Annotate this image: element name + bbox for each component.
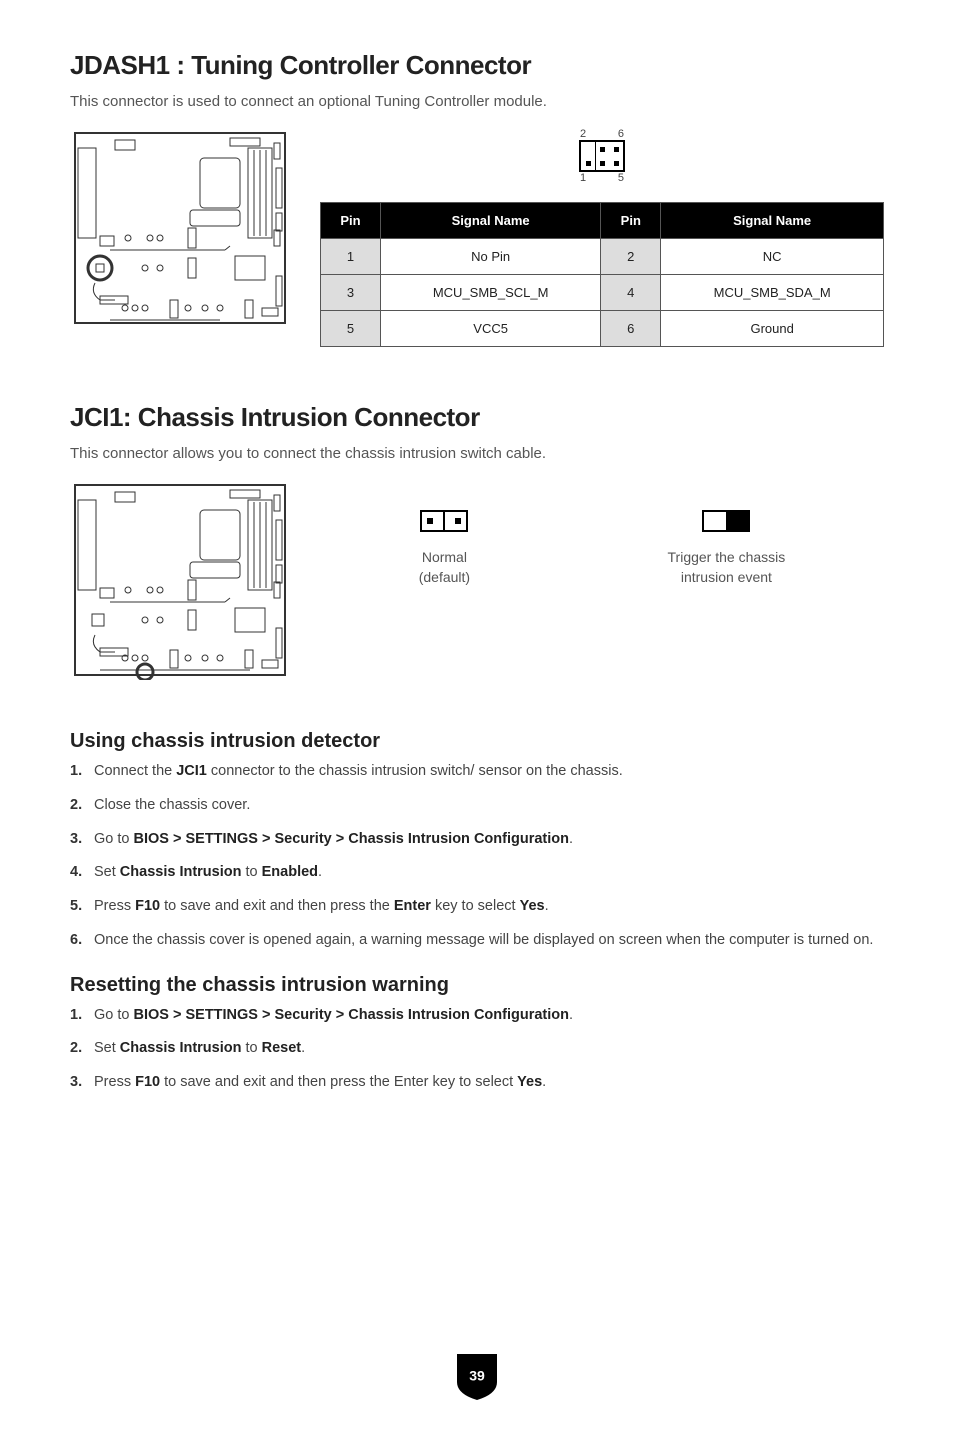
jci-subtitle: This connector allows you to connect the…	[70, 445, 884, 462]
jumper-label: Trigger the chassis	[668, 548, 786, 568]
page-number-badge: 39	[455, 1352, 499, 1402]
pin-label: 2	[580, 128, 586, 140]
pin-label: 5	[618, 172, 624, 184]
jdash-signal-table: Pin Signal Name Pin Signal Name 1 No Pin…	[320, 202, 884, 347]
table-row: 5 VCC5 6 Ground	[321, 311, 884, 347]
list-item: Go to BIOS > SETTINGS > Security > Chass…	[70, 829, 884, 851]
pin-label: 1	[580, 172, 586, 184]
jumper-label: (default)	[419, 568, 470, 588]
jumper-normal: Normal (default)	[419, 510, 470, 587]
pin-label: 6	[618, 128, 624, 140]
list-item: Set Chassis Intrusion to Reset.	[70, 1038, 884, 1060]
jdash-title: JDASH1 : Tuning Controller Connector	[70, 50, 884, 81]
table-row: 3 MCU_SMB_SCL_M 4 MCU_SMB_SDA_M	[321, 275, 884, 311]
list-item: Set Chassis Intrusion to Enabled.	[70, 862, 884, 884]
motherboard-diagram-jci	[70, 480, 290, 680]
motherboard-diagram-jdash	[70, 128, 290, 328]
jumper-label: Normal	[419, 548, 470, 568]
jumper-closed-icon	[702, 510, 750, 532]
using-title: Using chassis intrusion detector	[70, 730, 884, 753]
list-item: Once the chassis cover is opened again, …	[70, 930, 884, 952]
table-row: 1 No Pin 2 NC	[321, 239, 884, 275]
table-header: Signal Name	[661, 203, 884, 239]
jdash-subtitle: This connector is used to connect an opt…	[70, 93, 884, 110]
reset-steps: Go to BIOS > SETTINGS > Security > Chass…	[70, 1005, 884, 1094]
table-header: Pin	[321, 203, 381, 239]
list-item: Go to BIOS > SETTINGS > Security > Chass…	[70, 1005, 884, 1027]
jumper-open-icon	[420, 510, 468, 532]
table-header: Signal Name	[381, 203, 601, 239]
jdash-pin-diagram: 2 6 1 5	[320, 128, 884, 184]
list-item: Close the chassis cover.	[70, 795, 884, 817]
table-header: Pin	[601, 203, 661, 239]
list-item: Press F10 to save and exit and then pres…	[70, 1072, 884, 1094]
jumper-label: intrusion event	[668, 568, 786, 588]
list-item: Connect the JCI1 connector to the chassi…	[70, 761, 884, 783]
jumper-trigger: Trigger the chassis intrusion event	[668, 510, 786, 587]
using-steps: Connect the JCI1 connector to the chassi…	[70, 761, 884, 952]
page-number: 39	[469, 1368, 485, 1384]
reset-title: Resetting the chassis intrusion warning	[70, 974, 884, 997]
list-item: Press F10 to save and exit and then pres…	[70, 896, 884, 918]
jci-title: JCI1: Chassis Intrusion Connector	[70, 402, 884, 433]
